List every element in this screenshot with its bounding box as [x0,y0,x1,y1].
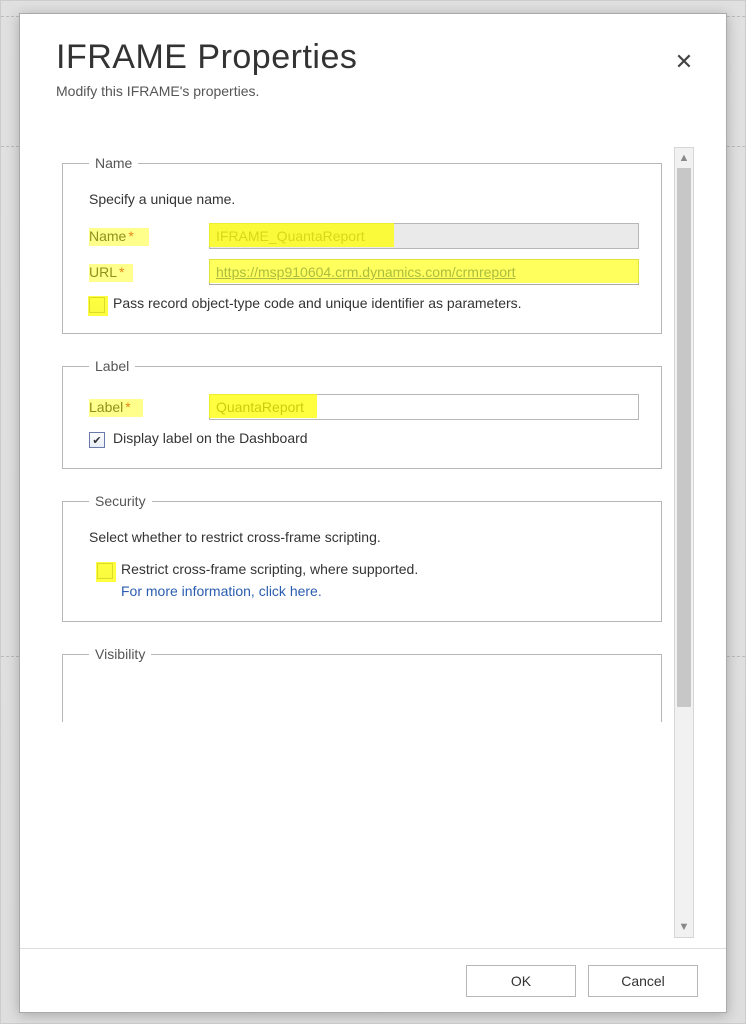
name-label: Name* [89,228,209,244]
group-security-desc: Select whether to restrict cross-frame s… [89,529,639,545]
display-label-text: Display label on the Dashboard [113,430,308,446]
group-name: Name Specify a unique name. Name* [62,155,662,334]
group-security-legend: Security [89,493,152,509]
name-field-wrap [209,223,639,249]
group-label: Label Label* Display label on [62,358,662,469]
group-visibility: Visibility [62,646,662,722]
more-info-link[interactable]: For more information, click here. [121,583,322,599]
group-label-legend: Label [89,358,135,374]
dialog-body: ▲ ▼ Name Specify a unique name. Name* [60,147,694,938]
required-asterisk: * [119,264,124,280]
row-restrict-scripting: Restrict cross-frame scripting, where su… [97,561,639,579]
highlight [88,296,108,316]
required-asterisk: * [128,228,133,244]
vertical-scrollbar[interactable]: ▲ ▼ [674,147,694,938]
scroll-track[interactable] [675,168,693,917]
cancel-button[interactable]: Cancel [588,965,698,997]
iframe-properties-dialog: IFRAME Properties Modify this IFRAME's p… [19,13,727,1013]
scroll-thumb[interactable] [677,168,691,707]
url-input[interactable] [209,259,639,285]
url-field-wrap [209,259,639,285]
dialog-subtitle: Modify this IFRAME's properties. [56,83,690,99]
pass-params-label: Pass record object-type code and unique … [113,295,522,311]
ok-button[interactable]: OK [466,965,576,997]
pass-params-checkbox[interactable] [89,297,105,313]
scroll-up-icon[interactable]: ▲ [675,148,693,168]
page-backdrop: IFRAME Properties Modify this IFRAME's p… [0,0,746,1024]
url-label: URL* [89,264,209,280]
group-security: Security Select whether to restrict cros… [62,493,662,622]
name-input[interactable] [209,223,639,249]
row-label: Label* [89,394,639,420]
row-url: URL* [89,259,639,285]
row-more-info: For more information, click here. [121,583,639,601]
label-label: Label* [89,399,209,415]
label-input[interactable] [209,394,639,420]
restrict-scripting-label: Restrict cross-frame scripting, where su… [121,561,418,577]
label-field-wrap [209,394,639,420]
highlight [96,562,116,582]
group-name-desc: Specify a unique name. [89,191,639,207]
group-name-legend: Name [89,155,138,171]
dialog-footer: OK Cancel [20,948,726,1012]
row-name: Name* [89,223,639,249]
required-asterisk: * [125,399,130,415]
dialog-content: Name Specify a unique name. Name* [60,147,666,722]
scroll-down-icon[interactable]: ▼ [675,917,693,937]
group-visibility-legend: Visibility [89,646,151,662]
restrict-scripting-checkbox[interactable] [97,563,113,579]
close-icon[interactable]: ✕ [670,48,698,76]
dialog-title: IFRAME Properties [56,38,690,77]
dialog-header: IFRAME Properties Modify this IFRAME's p… [20,14,726,107]
row-pass-params: Pass record object-type code and unique … [89,295,639,313]
row-display-label: Display label on the Dashboard [89,430,639,448]
display-label-checkbox[interactable] [89,432,105,448]
